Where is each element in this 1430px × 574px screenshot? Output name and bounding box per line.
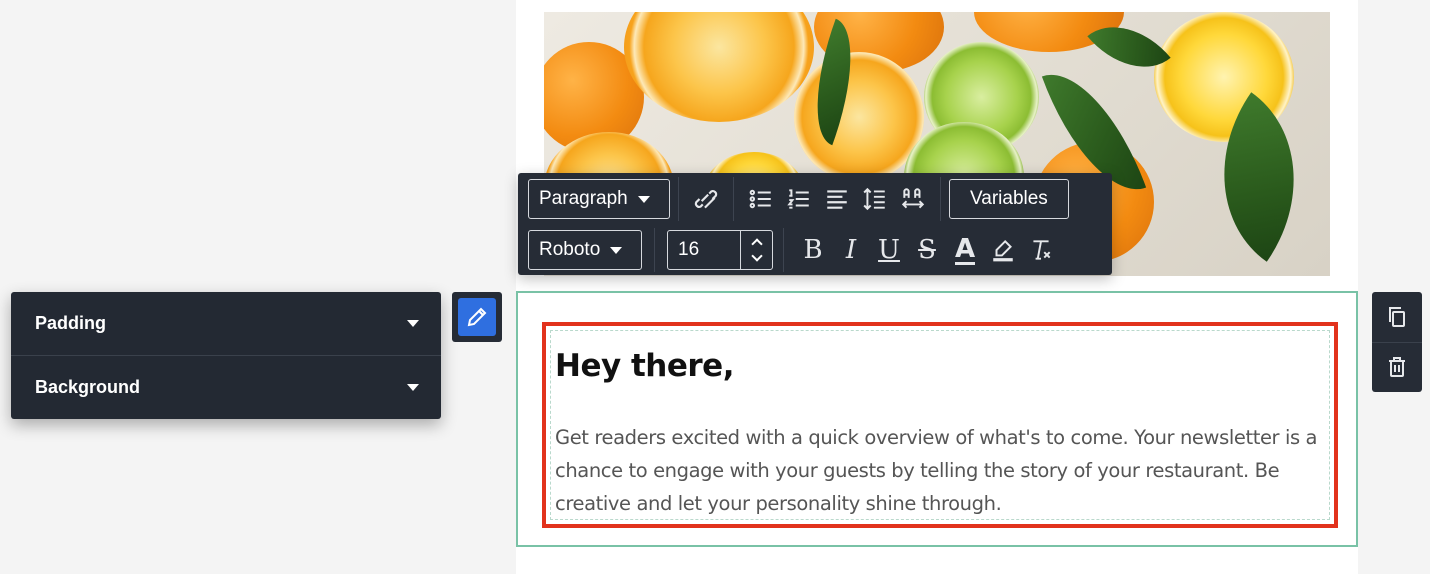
text-color-glyph: A xyxy=(954,233,976,265)
underline-glyph: U xyxy=(878,235,900,265)
strike-glyph: S xyxy=(918,235,936,265)
font-size-stepper[interactable]: 16 xyxy=(667,230,773,270)
bold-glyph: B xyxy=(803,235,823,265)
underline-icon[interactable]: U xyxy=(870,230,908,270)
copy-icon xyxy=(1389,306,1405,327)
text-color-icon[interactable]: A xyxy=(946,230,984,270)
highlight-icon[interactable] xyxy=(984,230,1022,270)
toolbar-divider xyxy=(783,228,784,272)
italic-glyph: I xyxy=(845,235,857,265)
font-family-label: Roboto xyxy=(539,239,601,260)
numbered-list-icon[interactable] xyxy=(780,179,818,219)
variables-button[interactable]: Variables xyxy=(949,179,1069,219)
block-type-select[interactable]: Paragraph xyxy=(528,179,670,219)
toolbar-divider xyxy=(733,177,734,221)
duplicate-button[interactable] xyxy=(1372,292,1422,342)
trash-icon xyxy=(1389,357,1405,378)
chevron-down-icon xyxy=(407,320,419,327)
edit-button[interactable] xyxy=(452,292,502,342)
bold-icon[interactable]: B xyxy=(794,230,832,270)
chevron-down-icon xyxy=(610,246,623,254)
strikethrough-icon[interactable]: S xyxy=(908,230,946,270)
chevron-down-icon xyxy=(637,195,650,203)
bullet-list-icon[interactable] xyxy=(742,179,780,219)
text-block[interactable]: Hey there, Get readers excited with a qu… xyxy=(542,322,1338,528)
toolbar-divider xyxy=(654,228,655,272)
settings-item-label: Padding xyxy=(35,313,106,333)
toolbar-divider xyxy=(940,177,941,221)
block-actions xyxy=(1372,292,1422,392)
settings-item-background[interactable]: Background xyxy=(11,355,441,418)
content-heading[interactable]: Hey there, xyxy=(555,347,1325,385)
letter-spacing-icon[interactable] xyxy=(894,179,932,219)
toolbar-divider xyxy=(678,177,679,221)
unlink-icon[interactable] xyxy=(687,179,725,219)
align-left-icon[interactable] xyxy=(818,179,856,219)
italic-icon[interactable]: I xyxy=(832,230,870,270)
chevron-down-icon[interactable] xyxy=(750,250,763,262)
font-family-select[interactable]: Roboto xyxy=(528,230,642,270)
chevron-up-icon[interactable] xyxy=(750,238,763,250)
text-formatting-toolbar: Paragraph Variables Roboto 16 B I U S A xyxy=(518,173,1112,275)
block-settings-panel: Padding Background xyxy=(11,292,441,419)
settings-item-padding[interactable]: Padding xyxy=(11,292,441,355)
delete-button[interactable] xyxy=(1372,341,1422,393)
chevron-down-icon xyxy=(407,383,419,391)
text-editable-area[interactable]: Hey there, Get readers excited with a qu… xyxy=(550,330,1330,520)
content-paragraph[interactable]: Get readers excited with a quick overvie… xyxy=(555,421,1325,520)
clear-format-icon[interactable] xyxy=(1022,230,1060,270)
pencil-icon xyxy=(458,298,496,336)
font-size-value[interactable]: 16 xyxy=(668,231,740,269)
settings-item-label: Background xyxy=(35,376,141,397)
line-height-icon[interactable] xyxy=(856,179,894,219)
block-type-label: Paragraph xyxy=(539,188,628,209)
